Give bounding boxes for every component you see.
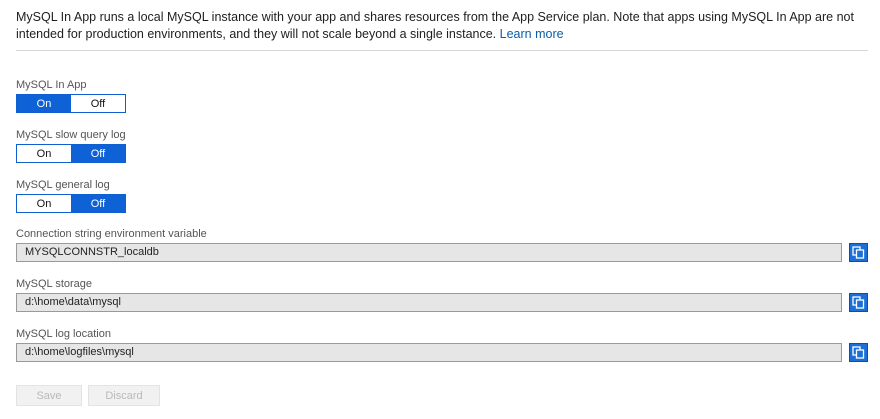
general-log-on-option[interactable]: On (17, 195, 71, 212)
copy-connection-string-button[interactable] (849, 243, 868, 262)
save-button[interactable]: Save (16, 385, 82, 406)
intro-description: MySQL In App runs a local MySQL instance… (16, 10, 854, 41)
connection-string-label: Connection string environment variable (16, 228, 207, 240)
copy-icon (852, 296, 865, 309)
log-location-label: MySQL log location (16, 328, 111, 340)
slow-query-log-label: MySQL slow query log (16, 129, 126, 141)
slow-query-log-off-option[interactable]: Off (71, 145, 125, 162)
mysql-in-app-on-option[interactable]: On (17, 95, 71, 112)
mysql-in-app-toggle: On Off (16, 94, 126, 113)
copy-storage-button[interactable] (849, 293, 868, 312)
log-location-field[interactable]: d:\home\logfiles\mysql (16, 343, 842, 362)
connection-string-field[interactable]: MYSQLCONNSTR_localdb (16, 243, 842, 262)
general-log-off-option[interactable]: Off (71, 195, 125, 212)
general-log-toggle: On Off (16, 194, 126, 213)
copy-icon (852, 346, 865, 359)
copy-log-location-button[interactable] (849, 343, 868, 362)
storage-label: MySQL storage (16, 278, 93, 290)
intro-text: MySQL In App runs a local MySQL instance… (16, 9, 866, 43)
copy-icon (852, 246, 865, 259)
learn-more-link[interactable]: Learn more (500, 27, 564, 41)
slow-query-log-on-option[interactable]: On (17, 145, 71, 162)
slow-query-log-toggle: On Off (16, 144, 126, 163)
general-log-label: MySQL general log (16, 179, 110, 191)
discard-button[interactable]: Discard (88, 385, 160, 406)
divider (16, 50, 868, 51)
storage-field[interactable]: d:\home\data\mysql (16, 293, 842, 312)
mysql-in-app-label: MySQL In App (16, 79, 87, 91)
mysql-in-app-off-option[interactable]: Off (71, 95, 125, 112)
